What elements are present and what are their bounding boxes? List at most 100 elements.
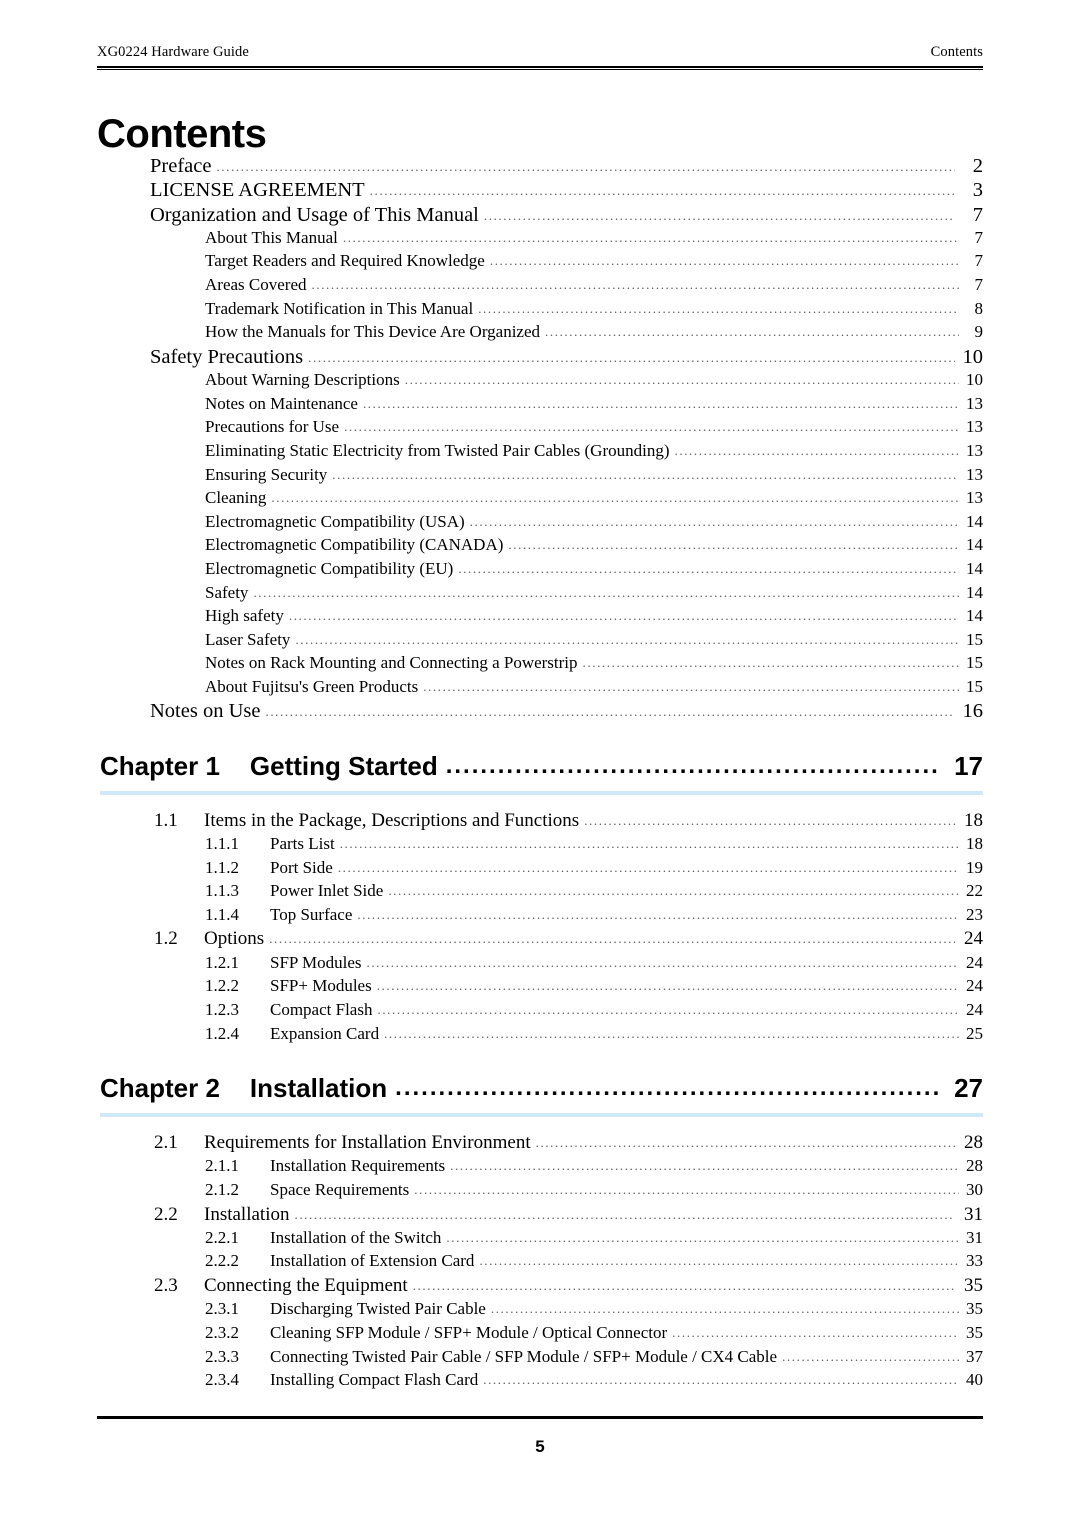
toc-entry-number: 2.3 [154,1275,178,1297]
toc-entry[interactable]: 2.1.1 Installation Requirements 28 [97,1156,983,1180]
leader-dots [405,372,959,388]
toc-entry[interactable]: How the Manuals for This Device Are Orga… [97,322,983,346]
toc-entry[interactable]: Safety 14 [97,583,983,607]
toc-entry-page: 22 [966,881,983,901]
toc-entry-number: 1.1.1 [205,834,239,854]
toc-entry-label: Top Surface [270,904,353,924]
toc-entry[interactable]: 2.1.2 Space Requirements 30 [97,1180,983,1204]
toc-entry[interactable]: 2.2 Installation 31 [97,1204,983,1228]
toc-entry-label: Eliminating Static Electricity from Twis… [205,440,670,460]
toc-entry-label: Notes on Maintenance [205,393,358,413]
toc-entry[interactable]: Electromagnetic Compatibility (CANADA) 14 [97,535,983,559]
leader-dots [269,931,955,947]
toc-entry-label: Installation [204,1203,290,1225]
toc-entry[interactable]: Areas Covered 7 [97,275,983,299]
toc-entry-page: 7 [974,251,984,271]
toc-entry[interactable]: Electromagnetic Compatibility (EU) 14 [97,559,983,583]
toc-entry[interactable]: Eliminating Static Electricity from Twis… [97,441,983,465]
toc-entry-page: 25 [966,1023,983,1043]
toc-entry-page: 10 [966,370,983,390]
toc-entry-label: Safety [205,582,249,602]
toc-entry[interactable]: Ensuring Security 13 [97,465,983,489]
leader-dots [491,1301,959,1317]
toc-entry[interactable]: About Fujitsu's Green Products 15 [97,677,983,701]
toc-entry[interactable]: Target Readers and Required Knowledge 7 [97,251,983,275]
leader-dots [289,608,959,624]
toc-entry-label: Electromagnetic Compatibility (CANADA) [205,535,504,555]
toc-entry-number: 2.3.4 [205,1370,239,1390]
toc-entry-page: 23 [966,904,983,924]
leader-dots [675,443,960,459]
toc-entry-label: Requirements for Installation Environmen… [204,1132,531,1154]
toc-entry[interactable]: 2.3.3 Connecting Twisted Pair Cable / SFP… [97,1347,983,1371]
toc-entry-label: Expansion Card [270,1023,380,1043]
toc-entry-page: 15 [966,629,983,649]
toc-entry[interactable]: 2.3.4 Installing Compact Flash Card 40 [97,1370,983,1394]
toc-entry-page: 8 [974,298,984,318]
toc-entry[interactable]: 1.2 Options 24 [97,928,983,952]
toc-entry-number: 2.3.1 [205,1299,239,1319]
toc-entry[interactable]: 1.1.3 Power Inlet Side 22 [97,881,983,905]
toc-entry-page: 2 [972,155,983,177]
toc-entry[interactable]: Preface 2 [97,155,983,179]
toc-entry[interactable]: 2.1 Requirements for Installation Environ… [97,1132,983,1156]
toc-entry[interactable]: 1.2.2 SFP+ Modules 24 [97,976,983,1000]
toc-entry-label: Options [204,928,265,950]
toc-entry[interactable]: Safety Precautions 10 [97,346,983,370]
toc-entry[interactable]: Notes on Rack Mounting and Connecting a … [97,653,983,677]
toc-entry[interactable]: 1.2.4 Expansion Card 25 [97,1024,983,1048]
toc-entry-number: 1.2.4 [205,1023,239,1043]
toc-entry-label: About Fujitsu's Green Products [205,676,419,696]
toc-entry-page: 7 [974,275,984,295]
toc-entry[interactable]: 2.3.2 Cleaning SFP Module / SFP+ Module /… [97,1323,983,1347]
toc-entry-label: Notes on Use [150,700,261,723]
toc-entry[interactable]: 1.2.3 Compact Flash 24 [97,1000,983,1024]
chapter-heading[interactable]: Chapter 2 Installation 27 [97,1073,983,1104]
toc-entry[interactable]: High safety 14 [97,606,983,630]
toc-entry-page: 14 [966,582,983,602]
toc-entry[interactable]: About This Manual 7 [97,228,983,252]
toc-entry[interactable]: Cleaning 13 [97,488,983,512]
toc-entry[interactable]: About Warning Descriptions 10 [97,370,983,394]
toc-entry[interactable]: 2.2.1 Installation of the Switch 31 [97,1228,983,1252]
toc-entry[interactable]: Organization and Usage of This Manual 7 [97,204,983,228]
toc-entry[interactable]: Electromagnetic Compatibility (USA) 14 [97,512,983,536]
toc-entry[interactable]: Laser Safety 15 [97,630,983,654]
toc-entry[interactable]: 1.1.2 Port Side 19 [97,858,983,882]
toc-entry-label: How the Manuals for This Device Are Orga… [205,322,541,342]
toc-entry[interactable]: 2.3 Connecting the Equipment 35 [97,1275,983,1299]
leader-dots [370,183,955,199]
toc-entry[interactable]: 1.1.1 Parts List 18 [97,834,983,858]
toc-entry-label: Cleaning [205,488,267,508]
toc-entry[interactable]: Notes on Use 16 [97,700,983,724]
toc-entry-page: 14 [966,558,983,578]
leader-dots [508,537,959,553]
leader-dots [216,159,955,175]
toc-entry[interactable]: Trademark Notification in This Manual 8 [97,299,983,323]
chapter-heading[interactable]: Chapter 1 Getting Started 17 [97,751,983,782]
toc-entry[interactable]: Notes on Maintenance 13 [97,394,983,418]
toc-entry[interactable]: 1.1 Items in the Package, Descriptions an… [97,810,983,834]
toc-entry-label: Trademark Notification in This Manual [205,298,474,318]
leader-dots [483,1372,959,1388]
toc-entry-page: 28 [966,1156,983,1176]
toc-entry[interactable]: LICENSE AGREEMENT 3 [97,179,983,203]
leader-dots [295,632,959,648]
toc-entry[interactable]: 1.1.4 Top Surface 23 [97,905,983,929]
toc-entry-number: 1.2.1 [205,952,239,972]
leader-dots [450,1158,959,1174]
toc-entry-page: 35 [964,1275,983,1297]
leader-dots [583,655,959,671]
leader-dots [490,253,959,269]
toc-entry[interactable]: Precautions for Use 13 [97,417,983,441]
toc-entry-page: 3 [972,179,983,202]
toc-entry-number: 2.1.1 [205,1156,239,1176]
toc-entry[interactable]: 2.3.1 Discharging Twisted Pair Cable 35 [97,1299,983,1323]
document-page: XG0224 Hardware Guide Contents Contents … [0,0,1080,1528]
toc-entry[interactable]: 1.2.1 SFP Modules 24 [97,953,983,977]
toc-entry-page: 31 [964,1203,983,1225]
running-header-left: XG0224 Hardware Guide [97,44,249,60]
toc-entry[interactable]: 2.2.2 Installation of Extension Card 33 [97,1251,983,1275]
